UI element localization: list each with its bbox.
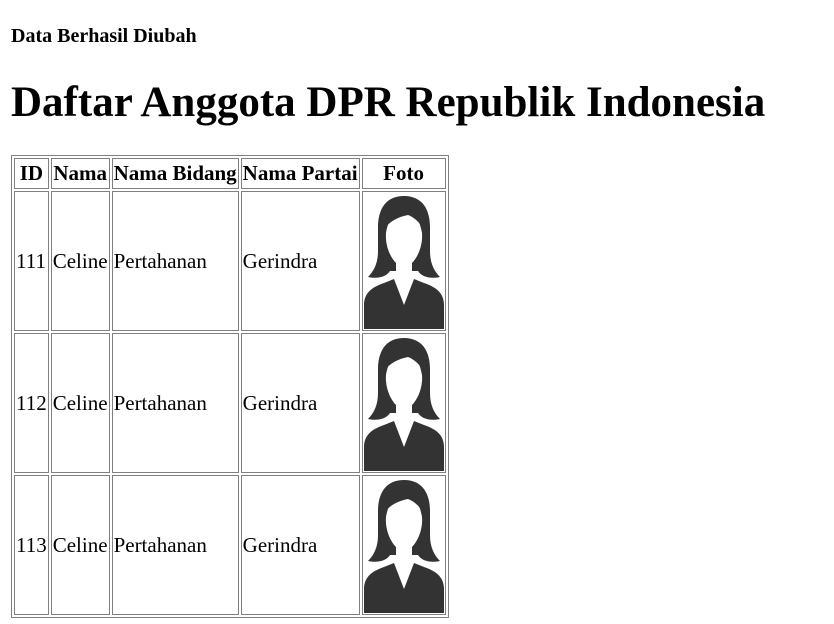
female-avatar-icon [363, 480, 444, 613]
cell-nama: Celine [50, 475, 110, 615]
cell-nama-bidang: Pertahanan [111, 333, 239, 473]
female-avatar-icon [363, 196, 444, 329]
column-header-nama: Nama [50, 158, 110, 189]
table-header-row: ID Nama Nama Bidang Nama Partai Foto [14, 158, 446, 189]
cell-nama: Celine [50, 191, 110, 331]
female-avatar-icon [363, 338, 444, 471]
column-header-nama-bidang: Nama Bidang [111, 158, 239, 189]
column-header-nama-partai: Nama Partai [240, 158, 360, 189]
cell-id: 111 [14, 191, 49, 331]
cell-foto [361, 191, 446, 331]
cell-foto [361, 475, 446, 615]
column-header-id: ID [14, 158, 49, 189]
column-header-foto: Foto [361, 158, 446, 189]
cell-nama-partai: Gerindra [240, 475, 360, 615]
cell-foto [361, 333, 446, 473]
members-table: ID Nama Nama Bidang Nama Partai Foto 111… [11, 155, 449, 618]
cell-nama-partai: Gerindra [240, 191, 360, 331]
cell-id: 112 [14, 333, 49, 473]
table-row: 111 Celine Pertahanan Gerindra [14, 191, 446, 331]
status-message: Data Berhasil Diubah [11, 25, 197, 47]
table-row: 112 Celine Pertahanan Gerindra [14, 333, 446, 473]
cell-nama-bidang: Pertahanan [111, 191, 239, 331]
table-row: 113 Celine Pertahanan Gerindra [14, 475, 446, 615]
cell-nama-partai: Gerindra [240, 333, 360, 473]
page-title: Daftar Anggota DPR Republik Indonesia [11, 79, 766, 126]
cell-id: 113 [14, 475, 49, 615]
cell-nama: Celine [50, 333, 110, 473]
cell-nama-bidang: Pertahanan [111, 475, 239, 615]
